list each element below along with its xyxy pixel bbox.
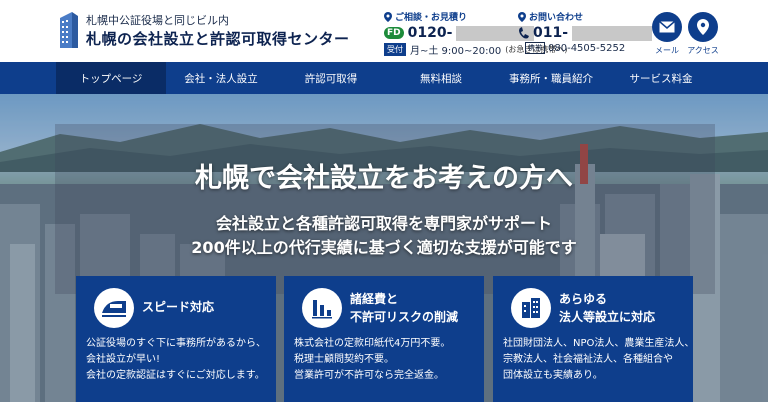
freedial-icon: FD [384, 27, 404, 39]
redacted-number [572, 25, 653, 41]
nav-item-free-consult[interactable]: 無料相談 [386, 62, 496, 94]
mail-button[interactable] [652, 12, 682, 42]
train-icon [102, 301, 126, 317]
card-body: 株式会社の定款印紙代4万円不要。 税理士顧問契約不要。 営業許可が不許可なら完全… [294, 338, 451, 381]
inquiry-number[interactable]: 011- [533, 25, 568, 41]
site-title[interactable]: 札幌の会社設立と許認可取得センター [86, 28, 350, 49]
mobile-contact: 携帯 080-4505-5252 [525, 42, 625, 54]
consult-label: ご相談・お見積り [395, 13, 468, 23]
main-nav: トップページ 会社・法人設立 許認可取得 無料相談 事務所・職員紹介 サービス料… [0, 62, 768, 94]
inquiry-contact: お問い合わせ 011- [518, 10, 653, 41]
building-icon [522, 298, 540, 318]
chart-down-icon [312, 300, 332, 319]
card-title: スピード対応 [142, 300, 215, 314]
hero-title: 札幌で会社設立をお考えの方へ [195, 163, 573, 194]
access-label[interactable]: アクセス [683, 45, 723, 56]
hero-subtitle-2: 200件以上の代行実績に基づく適切な支援が可能です [191, 238, 577, 257]
hours-text: 月~土 9:00~20:00 [410, 46, 502, 57]
pin-icon [384, 11, 392, 22]
building-logo-icon[interactable] [58, 10, 80, 50]
card-title: あらゆる 法人等設立に対応 [559, 292, 656, 324]
hero-subtitle-1: 会社設立と各種許認可取得を専門家がサポート [215, 214, 552, 233]
card-body: 公証役場のすぐ下に事務所があるから、 会社設立が早い! 会社の定款認証はすぐにご… [86, 338, 266, 381]
nav-item-company-setup[interactable]: 会社・法人設立 [166, 62, 276, 94]
hours-badge: 受付 [384, 43, 406, 56]
nav-item-pricing[interactable]: サービス料金 [606, 62, 716, 94]
nav-item-top[interactable]: トップページ [56, 62, 166, 94]
inquiry-label: お問い合わせ [529, 13, 584, 23]
freedial-number[interactable]: 0120- [408, 25, 453, 41]
nav-item-permits[interactable]: 許認可取得 [276, 62, 386, 94]
nav-item-office-staff[interactable]: 事務所・職員紹介 [496, 62, 606, 94]
mail-icon [659, 21, 675, 33]
feature-card-all-entities[interactable]: あらゆる 法人等設立に対応 社団財団法人、NPO法人、農業生産法人、 宗教法人、… [493, 276, 695, 402]
mail-label[interactable]: メール [647, 45, 687, 56]
access-button[interactable] [688, 12, 718, 42]
feature-card-cost[interactable]: 諸経費と 不許可リスクの削減 株式会社の定款印紙代4万円不要。 税理士顧問契約不… [284, 276, 484, 402]
pin-icon [518, 11, 526, 22]
phone-icon [519, 26, 529, 38]
feature-card-speed[interactable]: スピード対応 公証役場のすぐ下に事務所があるから、 会社設立が早い! 会社の定款… [76, 276, 276, 402]
consult-contact: ご相談・お見積り FD 0120- [384, 10, 535, 41]
brand-subtitle: 札幌中公証役場と同じビル内 [86, 14, 229, 27]
map-pin-icon [697, 19, 709, 35]
site-header: 札幌中公証役場と同じビル内 札幌の会社設立と許認可取得センター ご相談・お見積り… [0, 0, 768, 62]
card-title: 諸経費と 不許可リスクの削減 [350, 292, 459, 324]
mobile-badge: 携帯 [525, 42, 545, 54]
mobile-number[interactable]: 080-4505-5252 [548, 43, 625, 54]
card-body: 社団財団法人、NPO法人、農業生産法人、 宗教法人、社会福祉法人、各種組合や 団… [503, 338, 695, 381]
hero-section: 札幌で会社設立をお考えの方へ 会社設立と各種許認可取得を専門家がサポート 200… [0, 94, 768, 402]
